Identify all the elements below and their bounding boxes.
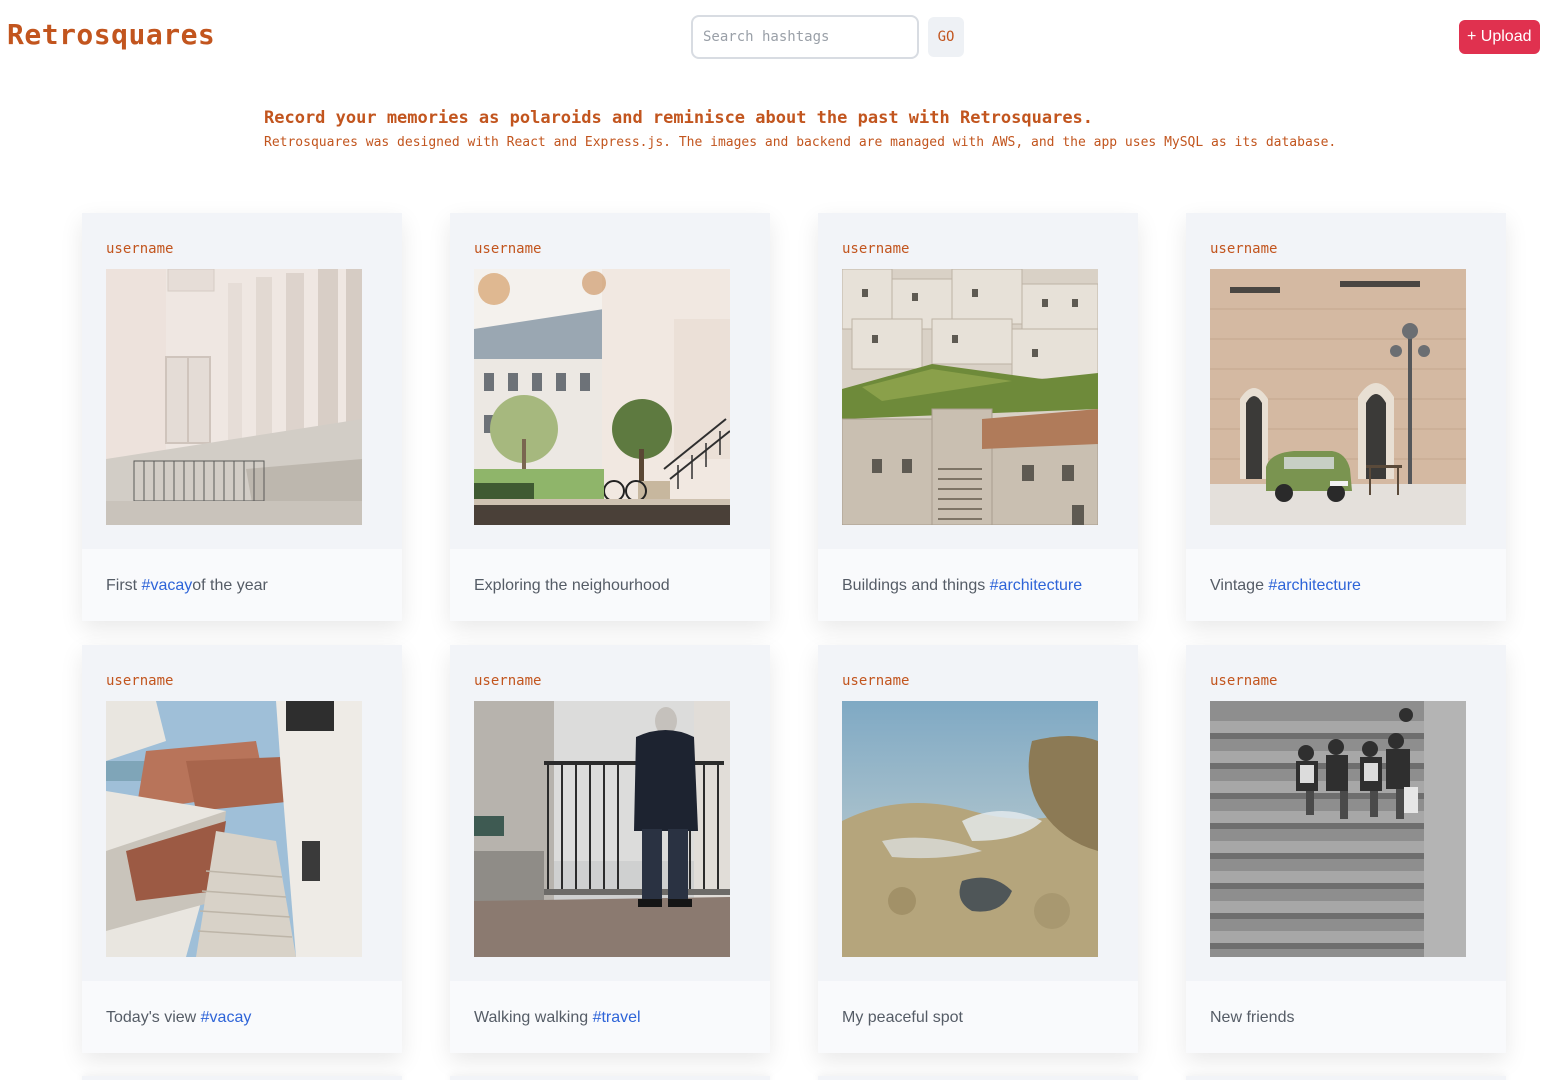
post-photo[interactable] [842, 269, 1098, 525]
photo-rooftops [106, 701, 362, 957]
caption-text: New friends [1210, 1009, 1295, 1026]
photo-colonnade [106, 269, 362, 525]
caption-text: My peaceful spot [842, 1009, 963, 1026]
photo-friends-on-steps [1210, 701, 1466, 957]
caption-hashtag[interactable]: #vacay [142, 577, 193, 594]
post-caption: Buildings and things #architecture [818, 549, 1138, 621]
photo-vintage-car [1210, 269, 1466, 525]
caption-text-after: of the year [192, 577, 268, 594]
post-photo[interactable] [474, 701, 730, 957]
post-photo[interactable] [106, 701, 362, 957]
photo-neighbourhood [474, 269, 730, 525]
post-caption: Vintage #architecture [1186, 549, 1506, 621]
post-caption: Today's view #vacay [82, 981, 402, 1053]
post-card-peek [1186, 1076, 1506, 1080]
caption-text: Today's view [106, 1009, 201, 1026]
post-card-peek [450, 1076, 770, 1080]
post-card[interactable]: username Today's view #vacay [82, 645, 402, 1053]
intro-description: Retrosquares was designed with React and… [264, 135, 1337, 150]
post-card[interactable]: username [450, 213, 770, 621]
photo-hillside-town [842, 269, 1098, 525]
post-card[interactable]: username [1186, 213, 1506, 621]
post-username[interactable]: username [1210, 673, 1277, 689]
caption-text: Vintage [1210, 577, 1269, 594]
post-username[interactable]: username [1210, 241, 1277, 257]
caption-text: Walking walking [474, 1009, 593, 1026]
photo-man-walking [474, 701, 730, 957]
post-card-peek [82, 1076, 402, 1080]
post-card[interactable]: username [818, 213, 1138, 621]
post-username[interactable]: username [474, 241, 541, 257]
post-caption: My peaceful spot [818, 981, 1138, 1053]
search-go-button[interactable]: GO [928, 17, 964, 57]
app-logo[interactable]: Retrosquares [7, 18, 215, 51]
caption-text: Buildings and things [842, 577, 990, 594]
post-photo[interactable] [1210, 269, 1466, 525]
post-caption: Walking walking #travel [450, 981, 770, 1053]
post-grid: username First #vacayof the year usernam… [82, 213, 1506, 1053]
caption-hashtag[interactable]: #vacay [201, 1009, 252, 1026]
post-photo[interactable] [474, 269, 730, 525]
caption-hashtag[interactable]: #travel [593, 1009, 641, 1026]
post-card[interactable]: username [450, 645, 770, 1053]
search-input[interactable] [691, 15, 919, 59]
caption-text: First [106, 577, 142, 594]
post-caption: First #vacayof the year [82, 549, 402, 621]
post-card[interactable]: username [82, 213, 402, 621]
intro-section: Record your memories as polaroids and re… [264, 108, 1344, 153]
caption-text: Exploring the neighourhood [474, 577, 670, 594]
post-username[interactable]: username [106, 673, 173, 689]
post-photo[interactable] [842, 701, 1098, 957]
post-photo[interactable] [1210, 701, 1466, 957]
caption-hashtag[interactable]: #architecture [1268, 577, 1361, 594]
post-card-peek [818, 1076, 1138, 1080]
post-username[interactable]: username [842, 673, 909, 689]
caption-hashtag[interactable]: #architecture [990, 577, 1083, 594]
intro-title: Record your memories as polaroids and re… [264, 108, 1094, 128]
photo-coastline [842, 701, 1098, 957]
post-card[interactable]: username [1186, 645, 1506, 1053]
search-bar: GO [691, 15, 964, 59]
post-caption: Exploring the neighourhood [450, 549, 770, 621]
post-username[interactable]: username [106, 241, 173, 257]
post-username[interactable]: username [474, 673, 541, 689]
upload-button[interactable]: + Upload [1459, 20, 1540, 54]
post-card[interactable]: username My peaceful spot [818, 645, 1138, 1053]
post-caption: New friends [1186, 981, 1506, 1053]
post-photo[interactable] [106, 269, 362, 525]
post-username[interactable]: username [842, 241, 909, 257]
